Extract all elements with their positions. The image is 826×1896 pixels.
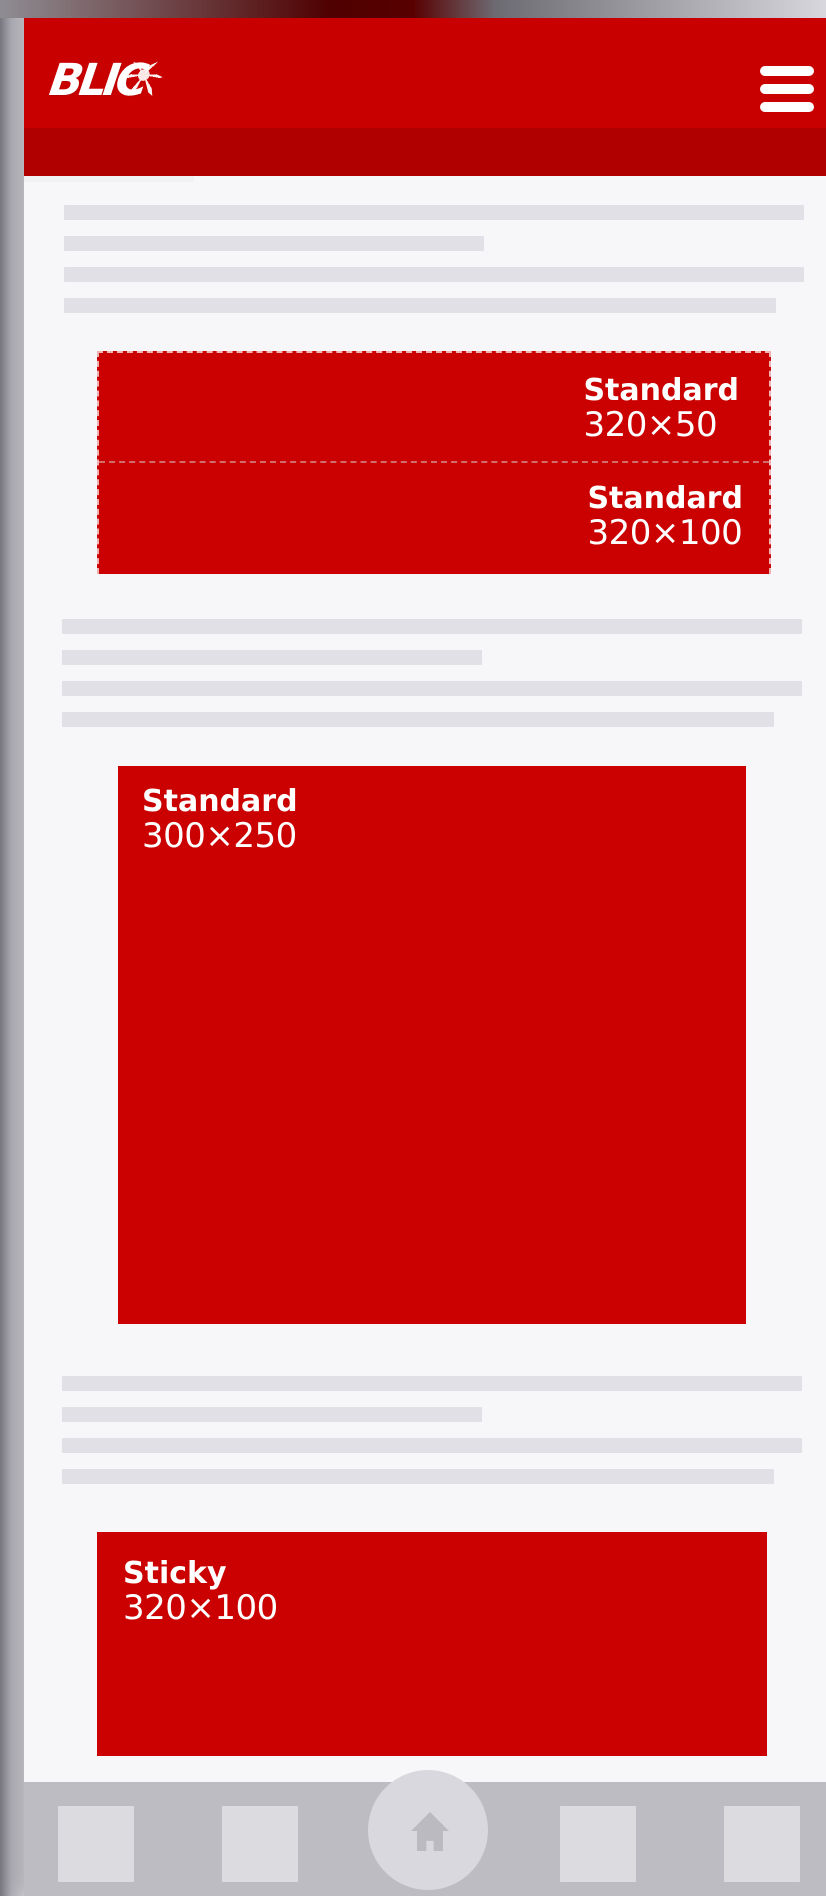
ad-type-label: Standard: [587, 481, 743, 516]
sticky-ad-320x100[interactable]: Sticky 320×100: [97, 1532, 767, 1756]
text-placeholder-6: [62, 650, 482, 665]
menu-line-top: [760, 66, 814, 76]
ad-type-label: Sticky: [123, 1556, 227, 1591]
ad-size-label: 320×100: [123, 1588, 278, 1628]
text-placeholder-9: [62, 1376, 802, 1391]
text-placeholder-10: [62, 1407, 482, 1422]
top-device-edge: [0, 0, 826, 18]
ad-divider-line: [99, 461, 769, 463]
header-secondary-band: [24, 128, 826, 182]
blic-logo[interactable]: BLIC: [45, 46, 167, 116]
text-placeholder-5: [62, 619, 802, 634]
standard-ad-300x250[interactable]: Standard 300×250: [118, 766, 746, 1324]
ad-label-standard-320x100: Standard 320×100: [587, 481, 743, 553]
home-icon: [407, 1812, 453, 1852]
text-placeholder-7: [62, 681, 802, 696]
ad-label-standard-300x250: Standard 300×250: [142, 784, 298, 856]
text-placeholder-12: [62, 1469, 774, 1484]
text-placeholder-11: [62, 1438, 802, 1453]
text-placeholder-2: [64, 236, 484, 251]
hamburger-menu-button[interactable]: [760, 66, 814, 124]
menu-line-bottom: [760, 102, 814, 112]
logo-text: BLIC: [46, 55, 148, 106]
text-placeholder-3: [64, 267, 804, 282]
ad-size-label: 300×250: [142, 816, 297, 856]
bottom-nav-item-5[interactable]: [724, 1806, 800, 1882]
ad-size-label: 320×50: [583, 405, 718, 445]
bottom-nav-item-2[interactable]: [222, 1806, 298, 1882]
text-placeholder-8: [62, 712, 774, 727]
ad-type-label: Standard: [583, 373, 739, 408]
phone-screen: BLIC Standard 320×50 Standard 320×100 St…: [24, 0, 826, 1896]
menu-line-middle: [760, 84, 814, 94]
standard-ad-320x50-and-320x100[interactable]: Standard 320×50 Standard 320×100: [97, 351, 771, 574]
bottom-nav-item-4[interactable]: [560, 1806, 636, 1882]
ad-label-standard-320x50: Standard 320×50: [583, 373, 739, 445]
bottom-nav-item-1[interactable]: [58, 1806, 134, 1882]
left-device-edge: [0, 0, 26, 1896]
ad-type-label: Standard: [142, 784, 298, 819]
text-placeholder-4: [64, 298, 776, 313]
mobile-ad-layout-screen: BLIC Standard 320×50 Standard 320×100 St…: [0, 0, 826, 1896]
top-header: BLIC: [24, 18, 826, 128]
ad-label-sticky-320x100: Sticky 320×100: [123, 1556, 278, 1628]
ad-size-label: 320×100: [587, 513, 743, 553]
text-placeholder-1: [64, 205, 804, 220]
